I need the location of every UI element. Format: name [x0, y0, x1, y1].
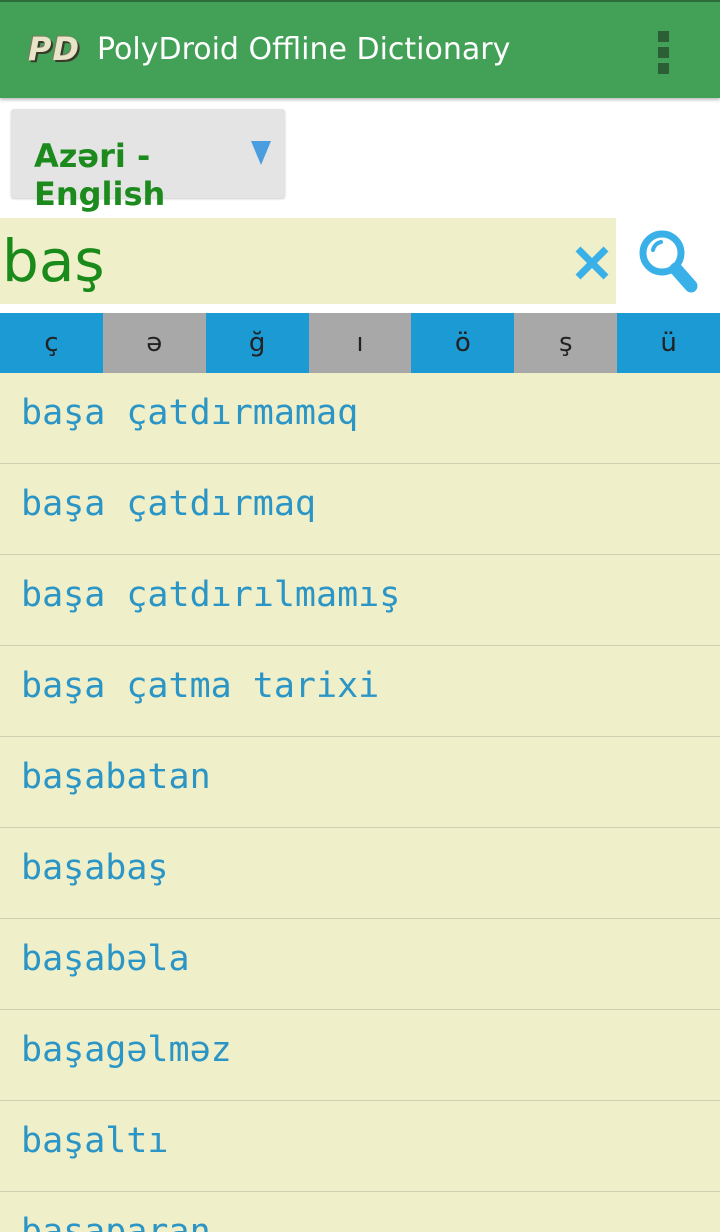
search-input-value: baş [2, 227, 105, 295]
char-key-s-cedilla[interactable]: ş [514, 313, 618, 373]
results-list: başa çatdırmamaq başa çatdırmaq başa çat… [0, 373, 720, 1232]
list-item-label: başabəla [21, 939, 190, 979]
char-key-schwa[interactable]: ə [102, 313, 206, 373]
list-item[interactable]: başa çatdırılmamış [0, 555, 720, 646]
menu-dot [658, 47, 669, 58]
list-item[interactable]: başa çatma tarixi [0, 646, 720, 737]
list-item-label: başaltı [21, 1121, 169, 1161]
list-item-label: başagəlməz [21, 1030, 232, 1070]
list-item[interactable]: başabatan [0, 737, 720, 828]
char-key-g-breve[interactable]: ğ [205, 313, 309, 373]
app-bar: PD PolyDroid Offline Dictionary [0, 0, 720, 98]
list-item[interactable]: başaparan [0, 1192, 720, 1232]
list-item-label: başabatan [21, 757, 211, 797]
language-selector-label: Azəri - English [34, 137, 166, 213]
language-selector[interactable]: Azəri - English [11, 109, 285, 213]
magnifier-icon[interactable] [636, 226, 702, 296]
close-x-icon[interactable] [570, 240, 614, 284]
char-key-dotless-i[interactable]: ı [308, 313, 412, 373]
list-item-label: başa çatdırmamaq [21, 393, 359, 433]
list-item[interactable]: başagəlməz [0, 1010, 720, 1101]
dropdown-triangle-icon [251, 141, 271, 165]
char-key-o-umlaut[interactable]: ö [411, 313, 515, 373]
list-item-label: başa çatma tarixi [21, 666, 380, 706]
search-input[interactable]: baş [0, 218, 616, 304]
list-item[interactable]: başa çatdırmamaq [0, 373, 720, 464]
char-key-u-umlaut[interactable]: ü [617, 313, 720, 373]
app-title: PolyDroid Offline Dictionary [97, 32, 511, 67]
overflow-menu-icon[interactable] [650, 28, 678, 76]
list-item-label: başaparan [21, 1212, 211, 1232]
list-item-label: başabaş [21, 848, 169, 888]
list-item-label: başa çatdırmaq [21, 484, 317, 524]
list-item[interactable]: başaltı [0, 1101, 720, 1192]
list-item[interactable]: başabəla [0, 919, 720, 1010]
list-item[interactable]: başa çatdırmaq [0, 464, 720, 555]
app-logo: PD [28, 30, 81, 68]
list-item-label: başa çatdırılmamış [21, 575, 401, 615]
char-key-c-cedilla[interactable]: ç [0, 313, 103, 373]
menu-dot [658, 31, 669, 42]
menu-dot [658, 63, 669, 74]
list-item[interactable]: başabaş [0, 828, 720, 919]
special-character-bar: ç ə ğ ı ö ş ü [0, 313, 720, 373]
